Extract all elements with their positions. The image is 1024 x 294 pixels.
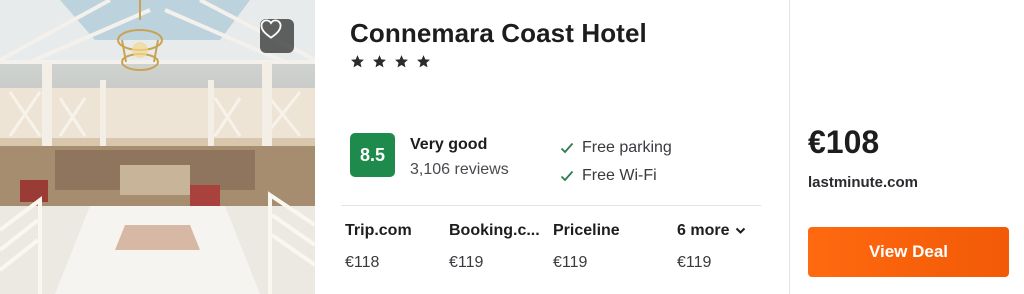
provider-price: €119 xyxy=(553,254,588,271)
heart-icon xyxy=(260,19,282,39)
hotel-result-card[interactable]: Connemara Coast Hotel 8.5 Very good 3,10… xyxy=(0,0,1024,294)
provider-price: €118 xyxy=(345,254,380,271)
star-icon xyxy=(351,55,364,68)
more-providers-toggle[interactable]: 6 more xyxy=(677,222,767,240)
rating-score-badge: 8.5 xyxy=(350,133,395,177)
check-icon xyxy=(560,170,574,182)
more-providers[interactable]: 6 more €119 xyxy=(677,222,767,272)
hotel-photo[interactable] xyxy=(0,0,315,294)
more-providers-label: 6 more xyxy=(677,222,730,239)
column-divider xyxy=(789,0,790,294)
provider-price: €119 xyxy=(449,254,484,271)
provider-booking-com[interactable]: Booking.c... €119 xyxy=(449,222,544,272)
hotel-name[interactable]: Connemara Coast Hotel xyxy=(350,18,647,49)
provider-trip-com[interactable]: Trip.com €118 xyxy=(345,222,440,272)
provider-name: Trip.com xyxy=(345,222,412,239)
best-price: €108 xyxy=(808,124,880,160)
amenity-free-parking: Free parking xyxy=(560,139,672,157)
view-deal-button[interactable]: View Deal xyxy=(808,227,1009,277)
amenity-free-wifi: Free Wi-Fi xyxy=(560,167,657,185)
more-providers-price: €119 xyxy=(677,254,712,271)
star-icon xyxy=(373,55,386,68)
review-count[interactable]: 3,106 reviews xyxy=(410,161,509,179)
amenity-label: Free Wi-Fi xyxy=(582,167,657,184)
provider-name: Priceline xyxy=(553,222,620,239)
star-icon xyxy=(395,55,408,68)
check-icon xyxy=(560,142,574,154)
section-divider xyxy=(341,205,761,206)
favorite-button[interactable] xyxy=(260,19,294,53)
provider-name: Booking.c... xyxy=(449,222,540,239)
chevron-down-icon xyxy=(736,227,746,234)
provider-priceline[interactable]: Priceline €119 xyxy=(553,222,663,272)
star-rating xyxy=(350,54,431,69)
amenity-label: Free parking xyxy=(582,139,672,156)
star-icon xyxy=(417,55,430,68)
best-price-site: lastminute.com xyxy=(808,174,919,191)
rating-label: Very good xyxy=(410,136,488,153)
